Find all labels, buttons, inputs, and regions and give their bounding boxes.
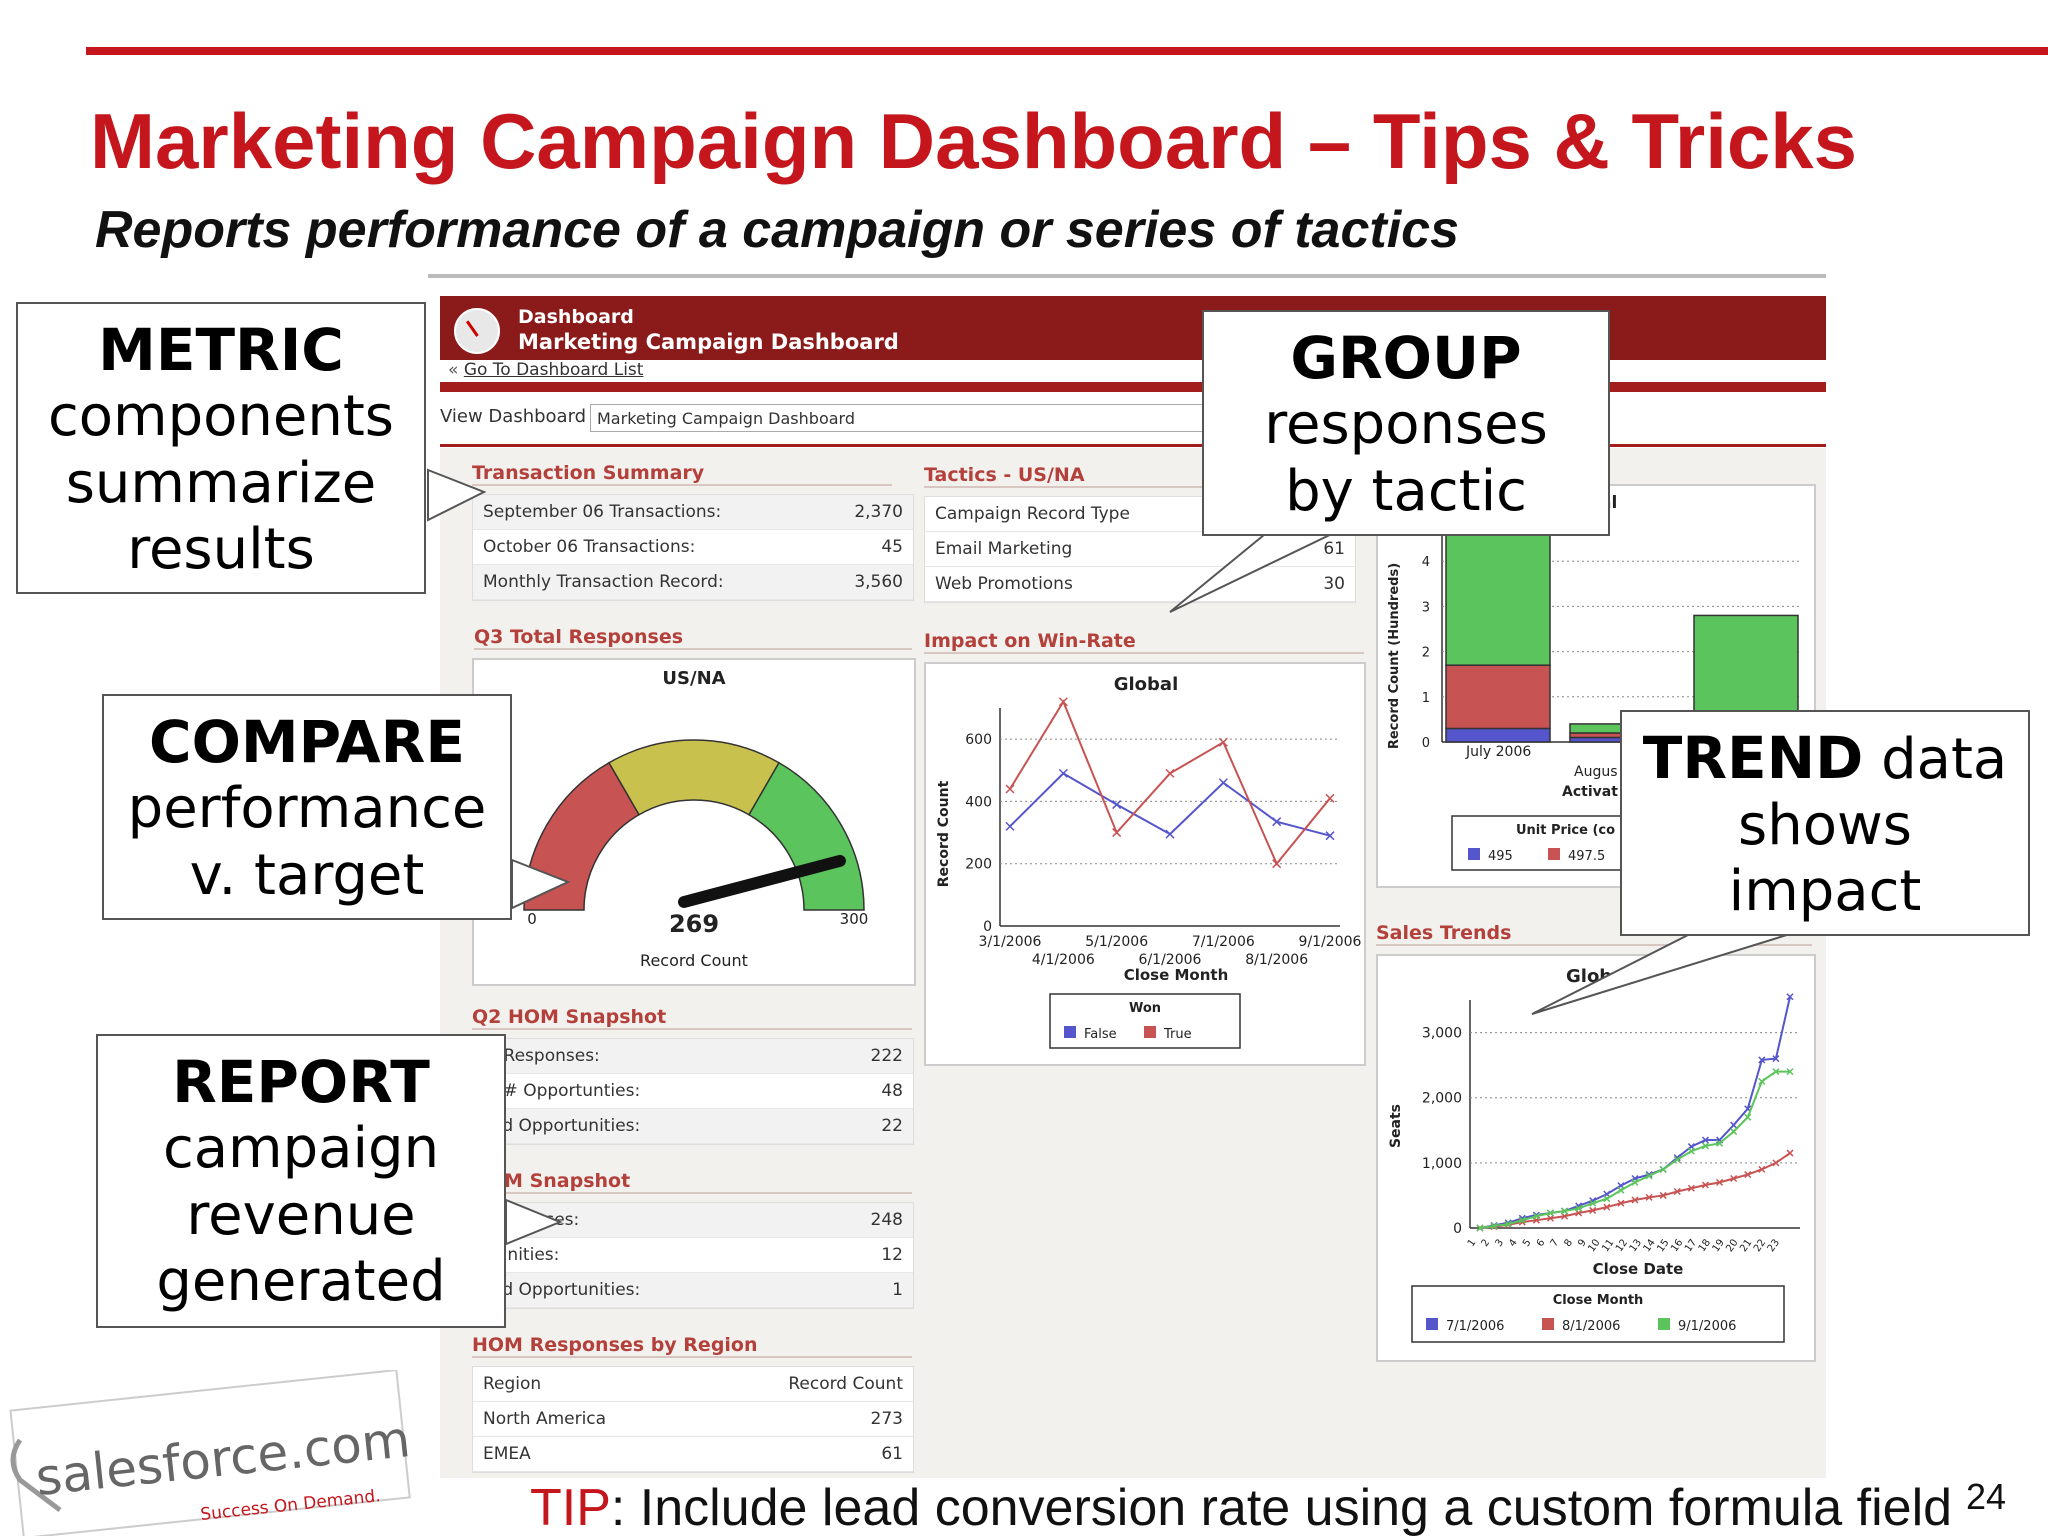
group-callout-line2: by tactic bbox=[1285, 458, 1527, 524]
group-callout-heading: GROUP bbox=[1290, 324, 1522, 392]
report-callout-heading: REPORT bbox=[172, 1048, 430, 1116]
salesforce-logo: salesforce.com Success On Demand. bbox=[9, 1370, 413, 1536]
compare-callout-heading: COMPARE bbox=[149, 708, 465, 776]
compare-callout-line1: performance bbox=[127, 776, 487, 842]
trend-callout-heading-line: TREND data bbox=[1622, 724, 2028, 793]
metric-callout-line2: summarize bbox=[65, 450, 377, 516]
compare-callout: COMPARE performance v. target bbox=[102, 694, 512, 920]
trend-callout-line2: impact bbox=[1728, 859, 1922, 925]
tip-body: : Include lead conversion rate using a c… bbox=[610, 1479, 1953, 1537]
report-callout: REPORT campaign revenue generated bbox=[96, 1034, 506, 1328]
group-callout: GROUP responses by tactic bbox=[1202, 310, 1610, 536]
report-callout-tail bbox=[505, 1198, 563, 1246]
group-callout-line1: responses bbox=[1264, 392, 1548, 458]
metric-callout-heading: METRIC bbox=[98, 316, 344, 384]
group-callout-tail bbox=[1169, 529, 1341, 613]
metric-callout-line1: components bbox=[48, 384, 394, 450]
tip-text: TIP: Include lead conversion rate using … bbox=[530, 1478, 1952, 1538]
trend-callout-tail bbox=[1531, 933, 1791, 1015]
trend-callout: TREND data shows impact bbox=[1620, 710, 2030, 936]
compare-callout-tail bbox=[511, 858, 571, 910]
page-number: 24 bbox=[1966, 1476, 2007, 1517]
report-callout-line3: generated bbox=[156, 1248, 446, 1314]
report-callout-line1: campaign bbox=[162, 1116, 440, 1182]
compare-callout-line2: v. target bbox=[189, 842, 425, 908]
tip-label: TIP bbox=[530, 1479, 611, 1537]
report-callout-line2: revenue bbox=[186, 1182, 416, 1248]
trend-callout-line1: shows bbox=[1738, 793, 1912, 859]
trend-callout-heading: TREND bbox=[1642, 724, 1864, 792]
metric-callout-tail bbox=[427, 468, 487, 522]
metric-callout: METRIC components summarize results bbox=[16, 302, 426, 594]
trend-callout-heading-rest: data bbox=[1863, 727, 2008, 792]
metric-callout-line3: results bbox=[127, 516, 315, 582]
